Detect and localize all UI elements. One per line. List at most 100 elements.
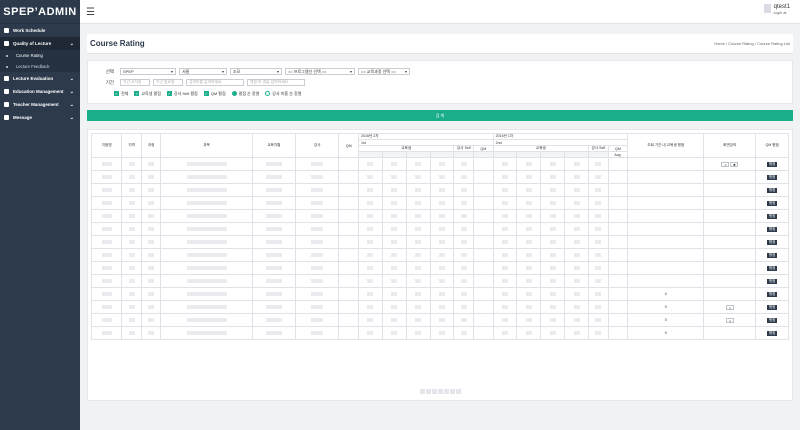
checkbox-checked-icon: ✓	[134, 91, 140, 96]
checkbox-checked-icon: ✓	[166, 91, 172, 96]
select-org[interactable]: SPEP ▾	[120, 68, 176, 75]
search-button[interactable]: 검 색	[87, 110, 793, 121]
select-label: 선택	[105, 68, 114, 74]
book-icon	[4, 89, 9, 94]
brand-logo[interactable]: SPEP’ADMIN	[0, 0, 80, 24]
user-icon	[4, 102, 9, 107]
sidebar-item-2[interactable]: Lecture Evaluation ⌄	[0, 72, 80, 85]
col-qm: QM	[338, 133, 359, 158]
top-bar: ☰ qtest1 login at	[80, 0, 800, 24]
select-branch[interactable]: 조모 ▾	[230, 68, 282, 75]
check-trainee[interactable]: ✓ 교육생 평점	[134, 91, 161, 97]
chevron-down-icon: ⌄	[69, 88, 74, 95]
date-start-input[interactable]: 기간 시작일	[120, 79, 150, 86]
breadcrumb: Home / Course Rating / Course Rating Lis…	[714, 41, 790, 46]
table-row: 0 ♫ 평점	[90, 313, 789, 327]
page-button[interactable]	[425, 389, 431, 394]
table-row: 평점	[90, 261, 789, 275]
user-menu[interactable]: qtest1 login at	[763, 4, 790, 15]
eval-button[interactable]: 평점	[766, 239, 778, 245]
eval-button[interactable]: 평점	[766, 161, 778, 167]
table-row: ♫ ■ 평점	[90, 157, 789, 171]
main-content: Course Rating Home / Course Rating / Cou…	[87, 34, 793, 424]
radio-sort-rating[interactable]: 평점 순 정렬	[231, 91, 259, 97]
sidebar-item-5[interactable]: Message ⌄	[0, 111, 80, 124]
radio-on-icon	[231, 91, 237, 96]
sidebar-item-0[interactable]: Work Schedule	[0, 24, 80, 37]
col-qm-eval: QM 평점	[755, 133, 789, 158]
table-row: 평점	[90, 222, 789, 236]
results-table-wrapper: 지점명 지역 과정 과목 교육차월 강사 QM 2016년 2차 2016년 1…	[87, 129, 793, 401]
col-trainee-count: 조회 기간 내 교육생 평점	[627, 133, 705, 158]
eval-button[interactable]: 평점	[766, 330, 778, 336]
eval-button[interactable]: 평점	[766, 252, 778, 258]
sidebar-item-1[interactable]: Quality of Lecture ⌄	[0, 37, 80, 50]
eval-button[interactable]: 평점	[766, 187, 778, 193]
sidebar-subitem-1[interactable]: Lecture Feedback	[0, 61, 80, 72]
col-area: 지역	[121, 133, 142, 158]
bullet-icon	[6, 54, 8, 57]
checkbox-checked-icon: ✓	[203, 91, 209, 96]
user-status: login at	[773, 10, 787, 15]
eval-button[interactable]: 평점	[766, 174, 778, 180]
select-program[interactable]: == 프로그램선 선택 == ▾	[285, 68, 355, 75]
sidebar-subitem-0[interactable]: Course Rating	[0, 50, 80, 61]
table-row: 평점	[90, 248, 789, 262]
headset-icon[interactable]: ♫	[725, 304, 734, 310]
sidebar: SPEP’ADMIN Work Schedule Quality of Lectu…	[0, 0, 80, 430]
page-button[interactable]	[437, 389, 443, 394]
eval-button[interactable]: 평점	[766, 317, 778, 323]
select-region[interactable]: 서울 ▾	[179, 68, 227, 75]
filter-panel: 선택 SPEP ▾ 서울 ▾ 조모 ▾ == 프로그램선 선택 == ▾ == 교육과정…	[87, 60, 793, 104]
sidebar-item-4[interactable]: Teacher Management ⌄	[0, 98, 80, 111]
message-icon	[4, 115, 9, 120]
page-button[interactable]	[419, 389, 425, 394]
headset-icon[interactable]: ♫	[721, 161, 730, 167]
table-row: 평점	[90, 183, 789, 197]
headset-icon[interactable]: ♫	[725, 317, 734, 323]
check-qm[interactable]: ✓ QM 평점	[203, 91, 226, 97]
sidebar-item-label: Message	[13, 115, 33, 120]
eval-button[interactable]: 평점	[766, 265, 778, 271]
keyword-input[interactable]: 검색어를 입력하세요	[186, 79, 244, 86]
eval-button[interactable]: 평점	[766, 304, 778, 310]
eval-button[interactable]: 평점	[766, 200, 778, 206]
col-month: 교육차월	[251, 133, 297, 158]
select-course[interactable]: == 교육과정 선택 == ▾	[358, 68, 410, 75]
eval-button[interactable]: 평점	[766, 278, 778, 284]
chevron-down-icon: ▾	[276, 69, 279, 74]
table-row: 0 평점	[90, 326, 789, 340]
check-all[interactable]: ✓ 전체	[114, 91, 128, 97]
chevron-down-icon: ▾	[170, 69, 173, 74]
sidebar-item-label: Education Management	[13, 89, 64, 94]
chevron-down-icon: ⌄	[69, 114, 74, 121]
video-icon[interactable]: ■	[730, 161, 739, 167]
check-self[interactable]: ✓ 강사 Self 평점	[166, 91, 198, 97]
eval-button[interactable]: 평점	[766, 213, 778, 219]
eval-button[interactable]: 평점	[766, 291, 778, 297]
page-header: Course Rating Home / Course Rating / Cou…	[87, 34, 793, 54]
name-input[interactable]: 명칭 또 명을 입력하세요	[247, 79, 305, 86]
eval-button[interactable]: 평점	[766, 226, 778, 232]
table-row: 0 ♫ 평점	[90, 300, 789, 314]
col-self-2: 강사 Self	[588, 145, 609, 152]
menu-toggle-icon[interactable]: ☰	[86, 7, 95, 18]
radio-sort-low[interactable]: 강사 미흡 순 정렬	[265, 91, 301, 97]
page-button[interactable]	[455, 389, 461, 394]
chevron-down-icon: ⌄	[69, 40, 74, 47]
clipboard-icon	[4, 76, 9, 81]
chevron-down-icon: ▾	[221, 69, 224, 74]
avatar	[763, 4, 771, 13]
table-row: 평점	[90, 274, 789, 288]
page-button[interactable]	[431, 389, 437, 394]
col-course: 과정	[140, 133, 162, 158]
sidebar-item-3[interactable]: Education Management ⌄	[0, 85, 80, 98]
page-button[interactable]	[449, 389, 455, 394]
trainee-count: 0	[664, 318, 667, 322]
sidebar-nav: Work Schedule Quality of Lecture ⌄ Course R…	[0, 24, 80, 124]
date-end-input[interactable]: 기간 종료일	[153, 79, 183, 86]
col-branch: 지점명	[90, 133, 123, 158]
page-title: Course Rating	[90, 39, 145, 48]
col-subject: 과목	[160, 133, 253, 158]
page-button[interactable]	[443, 389, 449, 394]
